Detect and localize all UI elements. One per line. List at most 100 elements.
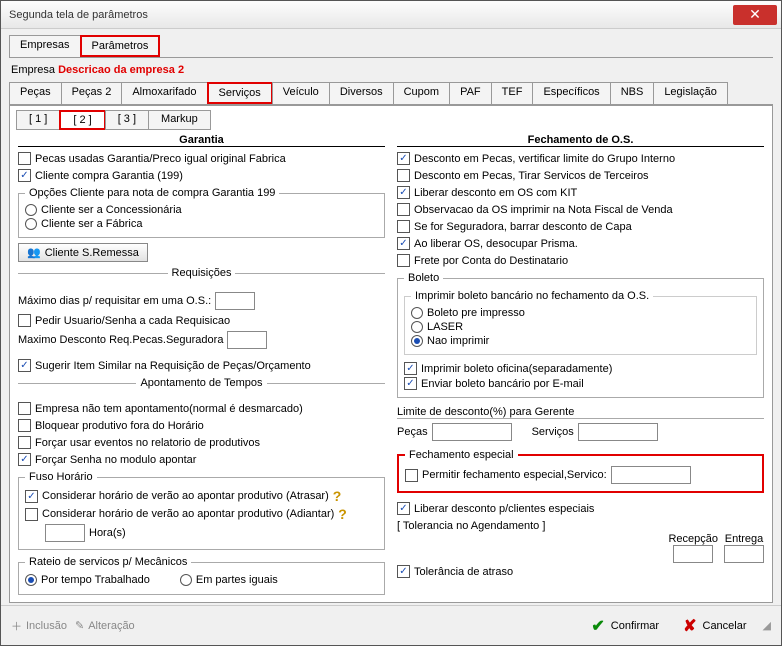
rb-fabrica[interactable] (25, 218, 37, 230)
lbl-obs-os: Observacao da OS imprimir na Nota Fiscal… (414, 204, 673, 216)
content: Empresas Parâmetros Empresa Descricao da… (1, 29, 781, 605)
fs-fuso: Fuso Horário Considerar horário de verão… (18, 471, 385, 550)
tab-almox[interactable]: Almoxarifado (121, 82, 207, 104)
cb-enviar-email[interactable] (404, 377, 417, 390)
lbl-gerente-pecas: Peças (397, 426, 428, 438)
empresa-label: Empresa (11, 64, 55, 76)
lbl-pecas-usadas: Pecas usadas Garantia/Preco igual origin… (35, 153, 286, 165)
fechamento-title: Fechamento de O.S. (397, 134, 764, 147)
cb-bloquear[interactable] (18, 419, 31, 432)
plus-icon: ＋ (11, 618, 22, 634)
lg-opcoes: Opções Cliente para nota de compra Garan… (25, 187, 279, 199)
tab-pecas2[interactable]: Peças 2 (61, 82, 123, 104)
cb-permitir-especial[interactable] (405, 469, 418, 482)
inp-especial-servico[interactable] (611, 466, 691, 484)
close-button[interactable]: ✕ (733, 5, 777, 25)
lbl-forcar-senha: Forçar Senha no modulo apontar (35, 454, 196, 466)
fs-boleto: Boleto Imprimir boleto bancário no fecha… (397, 272, 764, 398)
pagetab-2[interactable]: [ 2 ] (59, 110, 105, 130)
inp-horas[interactable] (45, 524, 85, 542)
pagetab-markup[interactable]: Markup (148, 110, 211, 130)
lbl-atraso: Tolerância de atraso (414, 566, 513, 578)
lg-imprimir-boleto: Imprimir boleto bancário no fechamento d… (411, 290, 653, 302)
cb-atrasar[interactable] (25, 490, 38, 503)
cb-pedir-usuario[interactable] (18, 314, 31, 327)
cb-sugerir[interactable] (18, 359, 31, 372)
fs-opcoes-cliente: Opções Cliente para nota de compra Garan… (18, 187, 385, 238)
cb-empresa-nao[interactable] (18, 402, 31, 415)
cb-desc-grupo[interactable] (397, 152, 410, 165)
cb-obs-os[interactable] (397, 203, 410, 216)
lbl-pre: Boleto pre impresso (427, 307, 525, 319)
check-icon: ✔ (591, 616, 604, 636)
lbl-desc-grupo: Desconto em Pecas, vertificar limite do … (414, 153, 675, 165)
help-icon[interactable]: ? (338, 506, 347, 522)
tab-paf[interactable]: PAF (449, 82, 492, 104)
lbl-frete: Frete por Conta do Destinatario (414, 255, 568, 267)
inp-max-desc[interactable] (227, 331, 267, 349)
tab-veiculo[interactable]: Veículo (272, 82, 330, 104)
rb-tempo[interactable] (25, 574, 37, 586)
empresa-line: Empresa Descricao da empresa 2 (9, 58, 773, 82)
tab-nbs[interactable]: NBS (610, 82, 655, 104)
cb-adiantar[interactable] (25, 508, 38, 521)
fs-requisicoes: Requisições (18, 267, 385, 287)
rb-partes[interactable] (180, 574, 192, 586)
cb-frete[interactable] (397, 254, 410, 267)
window-title: Segunda tela de parâmetros (9, 9, 733, 21)
cb-pecas-usadas[interactable] (18, 152, 31, 165)
tab-empresas[interactable]: Empresas (9, 35, 81, 57)
tab-servicos[interactable]: Serviços (207, 82, 273, 104)
edit-icon: ✎ (75, 619, 84, 632)
top-tabs: Empresas Parâmetros (9, 35, 773, 58)
btn-cancelar[interactable]: ✘Cancelar (675, 612, 754, 640)
tab-parametros[interactable]: Parâmetros (80, 35, 161, 57)
empresa-desc: Descricao da empresa 2 (58, 64, 184, 76)
lg-rateio: Rateio de servicos p/ Mecânicos (25, 556, 191, 568)
lbl-max-desc: Maximo Desconto Req.Pecas.Seguradora (18, 334, 223, 346)
inp-gerente-pecas[interactable] (432, 423, 512, 441)
tab-tef[interactable]: TEF (491, 82, 534, 104)
rb-pre[interactable] (411, 307, 423, 319)
cb-liberar-clientes[interactable] (397, 502, 410, 515)
pagetab-3[interactable]: [ 3 ] (105, 110, 149, 130)
btn-alteracao[interactable]: ✎Alteração (75, 618, 135, 633)
cb-cliente-compra[interactable] (18, 169, 31, 182)
pagetab-1[interactable]: [ 1 ] (16, 110, 60, 130)
cb-seguradora[interactable] (397, 220, 410, 233)
lg-fuso: Fuso Horário (25, 471, 97, 483)
cb-forcar-eventos[interactable] (18, 436, 31, 449)
lbl-tempo: Por tempo Trabalhado (41, 574, 150, 586)
fs-rateio: Rateio de servicos p/ Mecânicos Por temp… (18, 556, 385, 595)
lbl-atrasar: Considerar horário de verão ao apontar p… (42, 490, 329, 502)
lbl-liberar-clientes: Liberar desconto p/clientes especiais (414, 503, 594, 515)
cb-atraso[interactable] (397, 565, 410, 578)
lbl-horas: Hora(s) (89, 527, 126, 539)
btn-confirmar[interactable]: ✔Confirmar (583, 612, 667, 640)
tab-pecas[interactable]: Peças (9, 82, 62, 104)
rb-nao[interactable] (411, 335, 423, 347)
lbl-pedir-usuario: Pedir Usuario/Senha a cada Requisicao (35, 315, 230, 327)
inp-entrega[interactable] (724, 545, 764, 563)
cb-forcar-senha[interactable] (18, 453, 31, 466)
btn-inclusao[interactable]: ＋Inclusão (11, 617, 67, 635)
rb-laser[interactable] (411, 321, 423, 333)
cb-liberar-kit[interactable] (397, 186, 410, 199)
cb-prisma[interactable] (397, 237, 410, 250)
inp-max-dias[interactable] (215, 292, 255, 310)
lg-gerente: Limite de desconto(%) para Gerente (397, 406, 764, 419)
inp-gerente-serv[interactable] (578, 423, 658, 441)
cb-imprimir-sep[interactable] (404, 362, 417, 375)
inp-recepcao[interactable] (673, 545, 713, 563)
left-column: Garantia Pecas usadas Garantia/Preco igu… (18, 134, 385, 598)
tab-especificos[interactable]: Específicos (532, 82, 610, 104)
btn-cliente-remessa[interactable]: 👥Cliente S.Remessa (18, 243, 148, 262)
rb-concess[interactable] (25, 204, 37, 216)
main-panel: Garantia Pecas usadas Garantia/Preco igu… (10, 130, 772, 602)
tab-diversos[interactable]: Diversos (329, 82, 394, 104)
tab-legislacao[interactable]: Legislação (653, 82, 728, 104)
cb-desc-tirar[interactable] (397, 169, 410, 182)
help-icon[interactable]: ? (333, 488, 342, 504)
lbl-permitir-especial: Permitir fechamento especial,Servico: (422, 469, 607, 481)
tab-cupom[interactable]: Cupom (393, 82, 450, 104)
